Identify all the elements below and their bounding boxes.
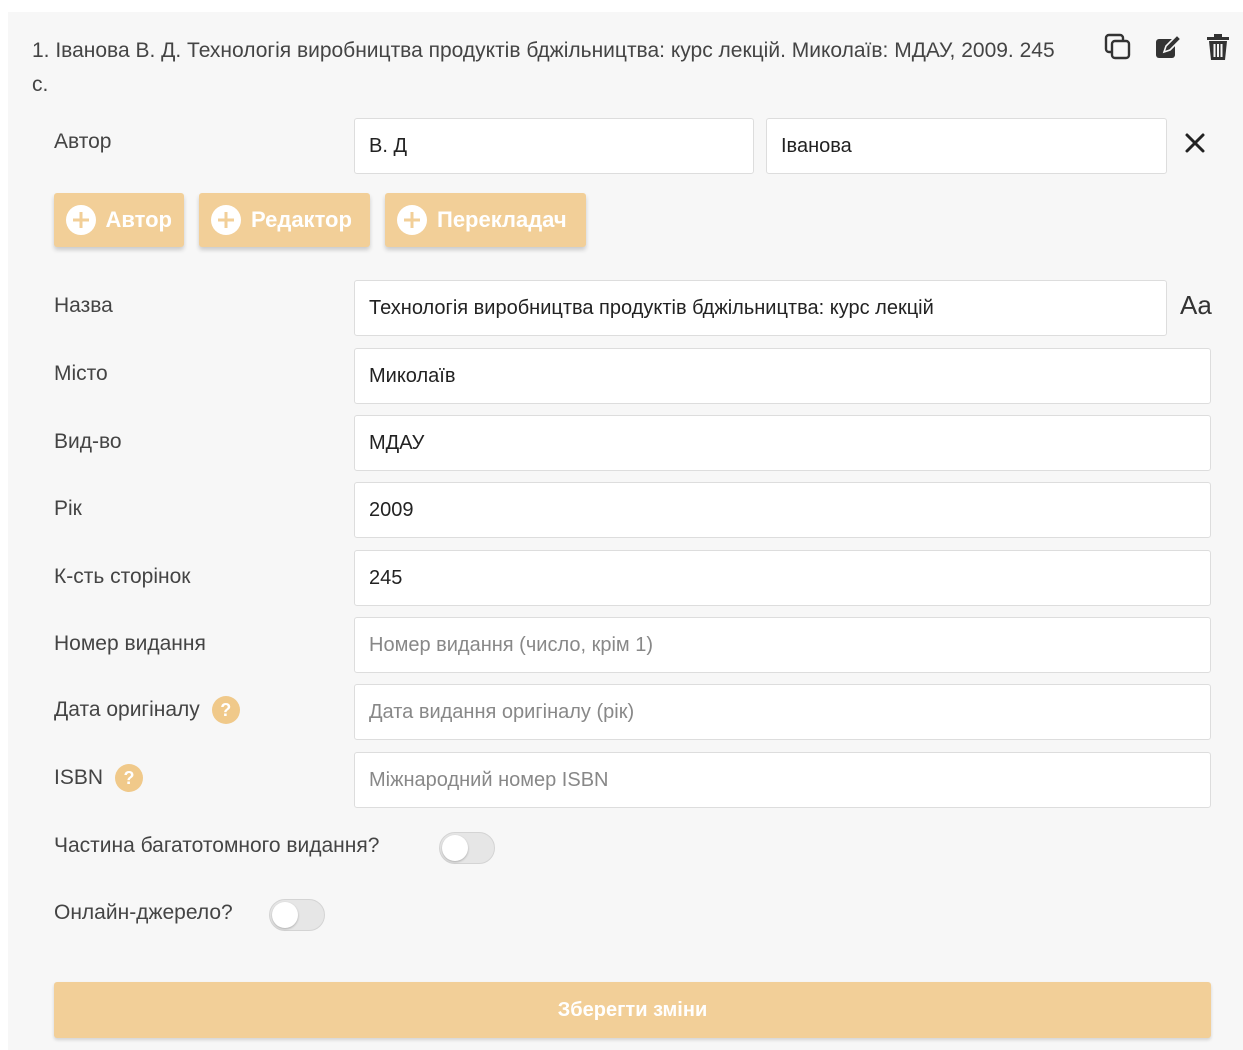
help-icon[interactable]: ?	[211, 696, 240, 724]
online-label: Онлайн-джерело?	[54, 901, 233, 924]
author-initials-input[interactable]	[354, 118, 754, 174]
title-label: Назва	[54, 294, 113, 317]
trash-icon[interactable]	[1203, 32, 1233, 62]
help-icon[interactable]: ?	[115, 764, 144, 792]
save-button[interactable]: Зберегти зміни	[54, 982, 1211, 1038]
edition-label: Номер видання	[54, 632, 206, 655]
plus-icon	[211, 205, 241, 235]
add-translator-button[interactable]: Перекладач	[385, 193, 586, 247]
multivolume-label: Частина багатотомного видання?	[54, 834, 380, 857]
original-date-input[interactable]	[354, 684, 1211, 740]
text-case-button[interactable]: Aa	[1180, 290, 1212, 321]
original-date-label: Дата оригіналу ?	[54, 696, 240, 724]
plus-icon	[66, 205, 96, 235]
isbn-label: ISBN ?	[54, 764, 144, 792]
city-label: Місто	[54, 362, 108, 385]
year-input[interactable]	[354, 482, 1211, 538]
city-input[interactable]	[354, 348, 1211, 404]
year-label: Рік	[54, 497, 82, 520]
plus-icon	[397, 205, 427, 235]
entry-actions	[1103, 32, 1233, 62]
toggle-knob	[272, 902, 298, 928]
author-label: Автор	[54, 130, 112, 153]
citation-preview: 1. Іванова В. Д. Технологія виробництва …	[32, 39, 1055, 96]
publisher-label: Вид-во	[54, 430, 122, 453]
pages-label: К-сть сторінок	[54, 565, 191, 588]
close-icon[interactable]	[1180, 128, 1210, 158]
publisher-input[interactable]	[354, 415, 1211, 471]
copy-icon[interactable]	[1103, 32, 1133, 62]
citation-editor-panel: 1. Іванова В. Д. Технологія виробництва …	[8, 12, 1243, 1050]
add-author-button[interactable]: Автор	[54, 193, 184, 247]
toggle-knob	[442, 835, 468, 861]
author-surname-input[interactable]	[766, 118, 1167, 174]
pages-input[interactable]	[354, 550, 1211, 606]
isbn-input[interactable]	[354, 752, 1211, 808]
add-editor-button[interactable]: Редактор	[199, 193, 370, 247]
edit-icon[interactable]	[1153, 32, 1183, 62]
edition-input[interactable]	[354, 617, 1211, 673]
title-input[interactable]	[354, 280, 1167, 336]
multivolume-toggle[interactable]	[439, 832, 495, 864]
online-toggle[interactable]	[269, 899, 325, 931]
